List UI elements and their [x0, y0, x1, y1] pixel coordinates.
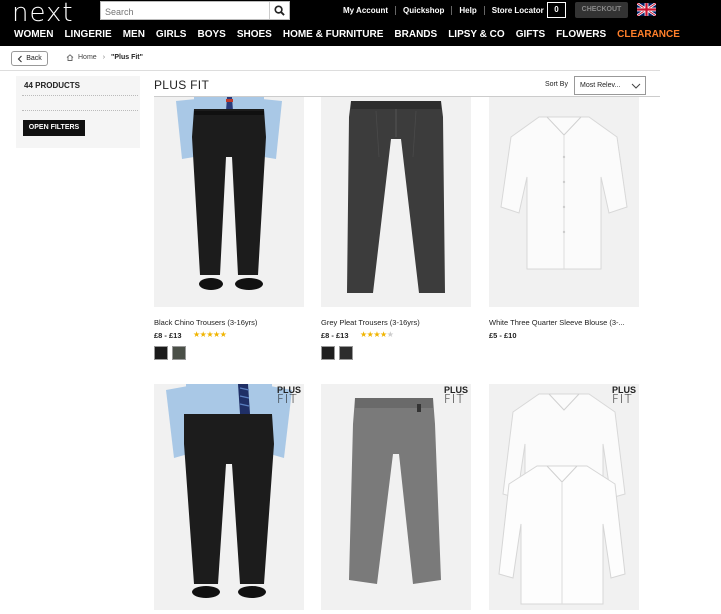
product-image[interactable]: FIT: [154, 97, 304, 307]
grey-trousers-image: [321, 97, 471, 307]
nav-boys[interactable]: BOYS: [197, 29, 225, 40]
filter-sidebar: 44 PRODUCTS OPEN FILTERS: [16, 76, 140, 148]
next-logo[interactable]: next: [12, 0, 74, 28]
rating-stars: ★★★★★: [193, 330, 227, 339]
chevron-left-icon: [17, 55, 23, 62]
product-price: £8 - £13: [154, 331, 182, 340]
nav-women[interactable]: WOMEN: [14, 29, 53, 40]
star-icon: ★: [360, 330, 367, 339]
quickshop-link[interactable]: Quickshop: [395, 6, 451, 15]
back-label: Back: [26, 55, 42, 62]
help-link[interactable]: Help: [451, 6, 483, 15]
star-icon: ★: [213, 330, 220, 339]
product-price: £5 - £10: [489, 331, 517, 340]
divider: [22, 110, 138, 111]
store-locator-link[interactable]: Store Locator: [483, 6, 551, 15]
product-image[interactable]: PLUS FIT: [154, 384, 304, 610]
search-icon: [274, 5, 285, 16]
page-title: PLUS FIT: [154, 78, 210, 92]
grey-trousers-image: [321, 384, 471, 610]
search-box: [100, 1, 290, 21]
product-image[interactable]: PLUS FIT: [321, 384, 471, 610]
star-icon: ★: [206, 330, 214, 339]
star-icon: ★: [373, 330, 381, 339]
divider: [0, 70, 660, 71]
divider: [22, 95, 138, 96]
color-swatch[interactable]: [172, 346, 186, 360]
sort-dropdown[interactable]: Most Relev...: [574, 76, 646, 95]
breadcrumb-home[interactable]: Home: [78, 54, 97, 61]
white-shirts-image: [489, 384, 639, 610]
nav-home-furniture[interactable]: HOME & FURNITURE: [283, 29, 384, 40]
white-blouse-image: [489, 97, 639, 307]
product-price: £8 - £13: [321, 331, 349, 340]
plus-fit-badge: PLUS FIT: [611, 386, 636, 406]
badge-fit: FIT: [276, 392, 298, 406]
black-trousers-image: [154, 384, 304, 610]
nav-shoes[interactable]: SHOES: [237, 29, 272, 40]
chevron-down-icon: [631, 83, 641, 89]
badge-fit: FIT: [611, 392, 633, 406]
breadcrumb-current: "Plus Fit": [111, 54, 143, 61]
main-nav: WOMEN LINGERIE MEN GIRLS BOYS SHOES HOME…: [14, 29, 691, 40]
star-icon: ★: [193, 330, 200, 339]
sort-label: Sort By: [545, 81, 568, 88]
back-button[interactable]: Back: [11, 51, 48, 66]
badge-fit: FIT: [443, 392, 465, 406]
breadcrumb-separator-icon: ›: [102, 54, 106, 61]
color-swatch[interactable]: [321, 346, 335, 360]
top-header: next My Account Quickshop Help Store Loc…: [0, 0, 721, 46]
product-name[interactable]: Grey Pleat Trousers (3-16yrs): [321, 318, 471, 327]
black-trousers-image: [154, 97, 304, 307]
home-icon[interactable]: [66, 54, 74, 61]
star-icon: ★: [380, 330, 387, 339]
nav-lipsy-co[interactable]: LIPSY & CO: [448, 29, 505, 40]
nav-lingerie[interactable]: LINGERIE: [64, 29, 111, 40]
color-swatch[interactable]: [339, 346, 353, 360]
product-name[interactable]: Black Chino Trousers (3-16yrs): [154, 318, 304, 327]
my-account-link[interactable]: My Account: [336, 6, 395, 15]
product-count: 44 PRODUCTS: [24, 81, 81, 90]
search-button[interactable]: [269, 2, 289, 19]
product-image[interactable]: FIT: [321, 97, 471, 307]
checkout-button[interactable]: CHECKOUT: [575, 2, 628, 18]
open-filters-button[interactable]: OPEN FILTERS: [23, 120, 85, 136]
product-image[interactable]: FIT: [489, 97, 639, 307]
breadcrumb: Home › "Plus Fit": [66, 54, 143, 61]
nav-clearance[interactable]: CLEARANCE: [617, 29, 680, 40]
nav-men[interactable]: MEN: [123, 29, 145, 40]
product-image[interactable]: PLUS FIT: [489, 384, 639, 610]
color-swatch[interactable]: [154, 346, 168, 360]
utility-links: My Account Quickshop Help Store Locator: [336, 6, 551, 15]
sort-value: Most Relev...: [580, 82, 621, 89]
search-input[interactable]: [101, 3, 269, 21]
nav-gifts[interactable]: GIFTS: [516, 29, 545, 40]
nav-brands[interactable]: BRANDS: [394, 29, 437, 40]
rating-stars: ★★★★★: [360, 330, 394, 339]
shopping-bag-count[interactable]: 0: [547, 2, 566, 18]
plus-fit-badge: PLUS FIT: [443, 386, 468, 406]
star-icon: ★: [219, 330, 227, 339]
nav-flowers[interactable]: FLOWERS: [556, 29, 606, 40]
uk-flag-icon[interactable]: [637, 3, 656, 16]
star-icon: ★: [386, 330, 394, 339]
nav-girls[interactable]: GIRLS: [156, 29, 187, 40]
product-name[interactable]: White Three Quarter Sleeve Blouse (3-...: [489, 318, 639, 327]
plus-fit-badge: PLUS FIT: [276, 386, 301, 406]
